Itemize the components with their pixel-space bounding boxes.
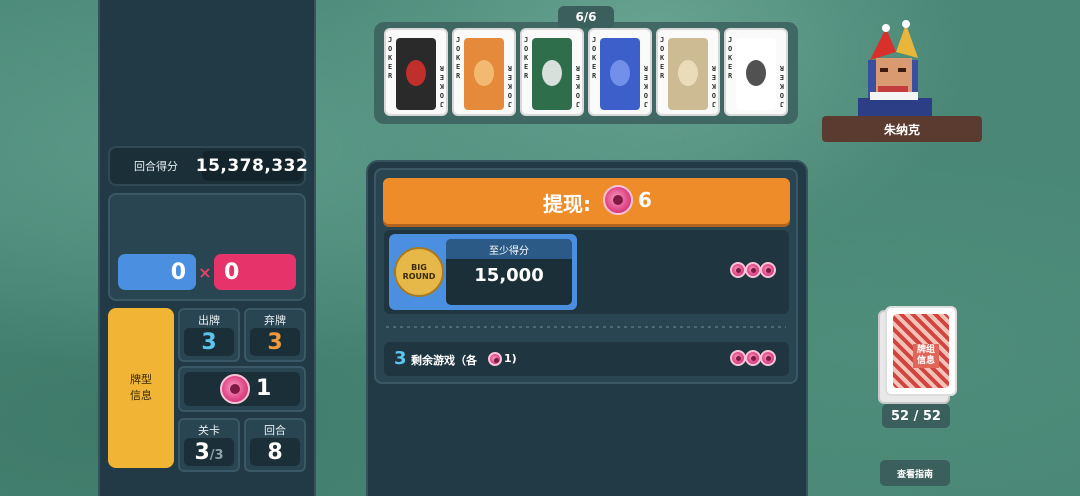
ante-value: 3 bbox=[194, 439, 210, 465]
coin-icon bbox=[760, 350, 776, 366]
joker-art bbox=[464, 38, 504, 110]
joker-label: J O K E R bbox=[388, 36, 393, 80]
min-score-label: 至少得分 bbox=[446, 239, 572, 259]
joker-face-icon bbox=[610, 60, 630, 86]
blind-logo-text: BIG ROUND bbox=[402, 263, 436, 281]
hands-label: 出牌 bbox=[198, 314, 220, 327]
deck-button[interactable]: 牌组 信息 bbox=[885, 306, 957, 396]
money-value: 1 bbox=[256, 376, 272, 401]
joker-art bbox=[532, 38, 572, 110]
coin-icon bbox=[730, 262, 746, 278]
joker-label: J O K E R bbox=[643, 64, 648, 108]
joker-label: J O K E R bbox=[507, 64, 512, 108]
joker-label: J O K E R bbox=[779, 64, 784, 108]
chips-value: 0 bbox=[118, 254, 196, 290]
joker-label: J O K E R bbox=[456, 36, 461, 80]
ante-stat: 关卡 3 /3 bbox=[178, 418, 240, 472]
joker-label: J O K E R bbox=[575, 64, 580, 108]
ante-value-box: 3 /3 bbox=[184, 438, 234, 466]
cash-out-value: 6 bbox=[638, 188, 652, 212]
round-value: 8 bbox=[250, 438, 300, 466]
round-score-value: 15,378,332 bbox=[196, 151, 308, 181]
coin-icon bbox=[603, 185, 633, 215]
boss-portrait bbox=[848, 20, 944, 124]
joker-label: J O K E R bbox=[524, 36, 529, 80]
view-guide-button[interactable]: 查看指南 bbox=[880, 460, 950, 486]
remaining-hands-label: 剩余游戏（各 bbox=[411, 354, 477, 367]
run-info-button[interactable]: 牌型 信息 bbox=[108, 308, 174, 468]
joker-face-icon bbox=[678, 60, 698, 86]
cash-out-label: 提现: bbox=[543, 192, 591, 216]
joker-card[interactable]: J O K E RJ O K E R bbox=[452, 28, 516, 116]
joker-label: J O K E R bbox=[728, 36, 733, 80]
round-score: 回合得分 15,378,332 bbox=[108, 146, 308, 186]
joker-face-icon bbox=[542, 60, 562, 86]
min-score-value: 15,000 bbox=[474, 265, 544, 286]
coin-icon bbox=[220, 374, 250, 404]
joker-label: J O K E R bbox=[711, 64, 716, 108]
mult-value: 0 bbox=[214, 254, 296, 290]
joker-face-icon bbox=[474, 60, 494, 86]
coin-icon bbox=[745, 350, 761, 366]
joker-face-icon bbox=[746, 60, 766, 86]
round-score-label: 回合得分 bbox=[134, 160, 178, 173]
remaining-hands-count: 3 bbox=[394, 348, 407, 369]
coin-icon bbox=[488, 352, 502, 366]
boss-name: 朱纳克 bbox=[822, 116, 982, 142]
joker-art bbox=[600, 38, 640, 110]
hands-stat: 出牌 3 bbox=[178, 308, 240, 362]
cash-out-button[interactable]: 提现: 6 bbox=[383, 178, 790, 224]
remaining-hands-row: 3 剩余游戏（各 1) bbox=[384, 342, 789, 376]
joker-card[interactable]: J O K E RJ O K E R bbox=[588, 28, 652, 116]
big-blind-chip-icon: BIG ROUND bbox=[394, 247, 444, 297]
deck-info-label: 牌组 信息 bbox=[913, 344, 939, 368]
coin-icon bbox=[730, 350, 746, 366]
coin-icon bbox=[745, 262, 761, 278]
divider bbox=[386, 326, 786, 328]
joker-card[interactable]: J O K E RJ O K E R bbox=[384, 28, 448, 116]
min-score-box: 至少得分 15,000 bbox=[446, 239, 572, 305]
joker-count: 6/6 bbox=[558, 6, 614, 28]
round-stat: 回合 8 bbox=[244, 418, 306, 472]
joker-card[interactable]: J O K E RJ O K E R bbox=[724, 28, 788, 116]
joker-label: J O K E R bbox=[660, 36, 665, 80]
remaining-hands-each: 1) bbox=[504, 352, 517, 365]
multiply-sign: × bbox=[198, 262, 212, 282]
joker-card[interactable]: J O K E RJ O K E R bbox=[520, 28, 584, 116]
hands-value: 3 bbox=[184, 328, 234, 356]
joker-face-icon bbox=[406, 60, 426, 86]
joker-card[interactable]: J O K E RJ O K E R bbox=[656, 28, 720, 116]
round-label: 回合 bbox=[264, 424, 286, 437]
discards-label: 弃牌 bbox=[264, 314, 286, 327]
joker-art bbox=[736, 38, 776, 110]
run-info-label: 牌型 信息 bbox=[130, 373, 152, 402]
money-box: 1 bbox=[178, 366, 306, 412]
ante-label: 关卡 bbox=[198, 424, 220, 437]
joker-art bbox=[668, 38, 708, 110]
discards-value: 3 bbox=[250, 328, 300, 356]
ante-total: /3 bbox=[209, 447, 224, 463]
joker-art bbox=[396, 38, 436, 110]
joker-label: J O K E R bbox=[439, 64, 444, 108]
joker-label: J O K E R bbox=[592, 36, 597, 80]
deck-count: 52 / 52 bbox=[882, 404, 950, 428]
coin-icon bbox=[760, 262, 776, 278]
discards-stat: 弃牌 3 bbox=[244, 308, 306, 362]
